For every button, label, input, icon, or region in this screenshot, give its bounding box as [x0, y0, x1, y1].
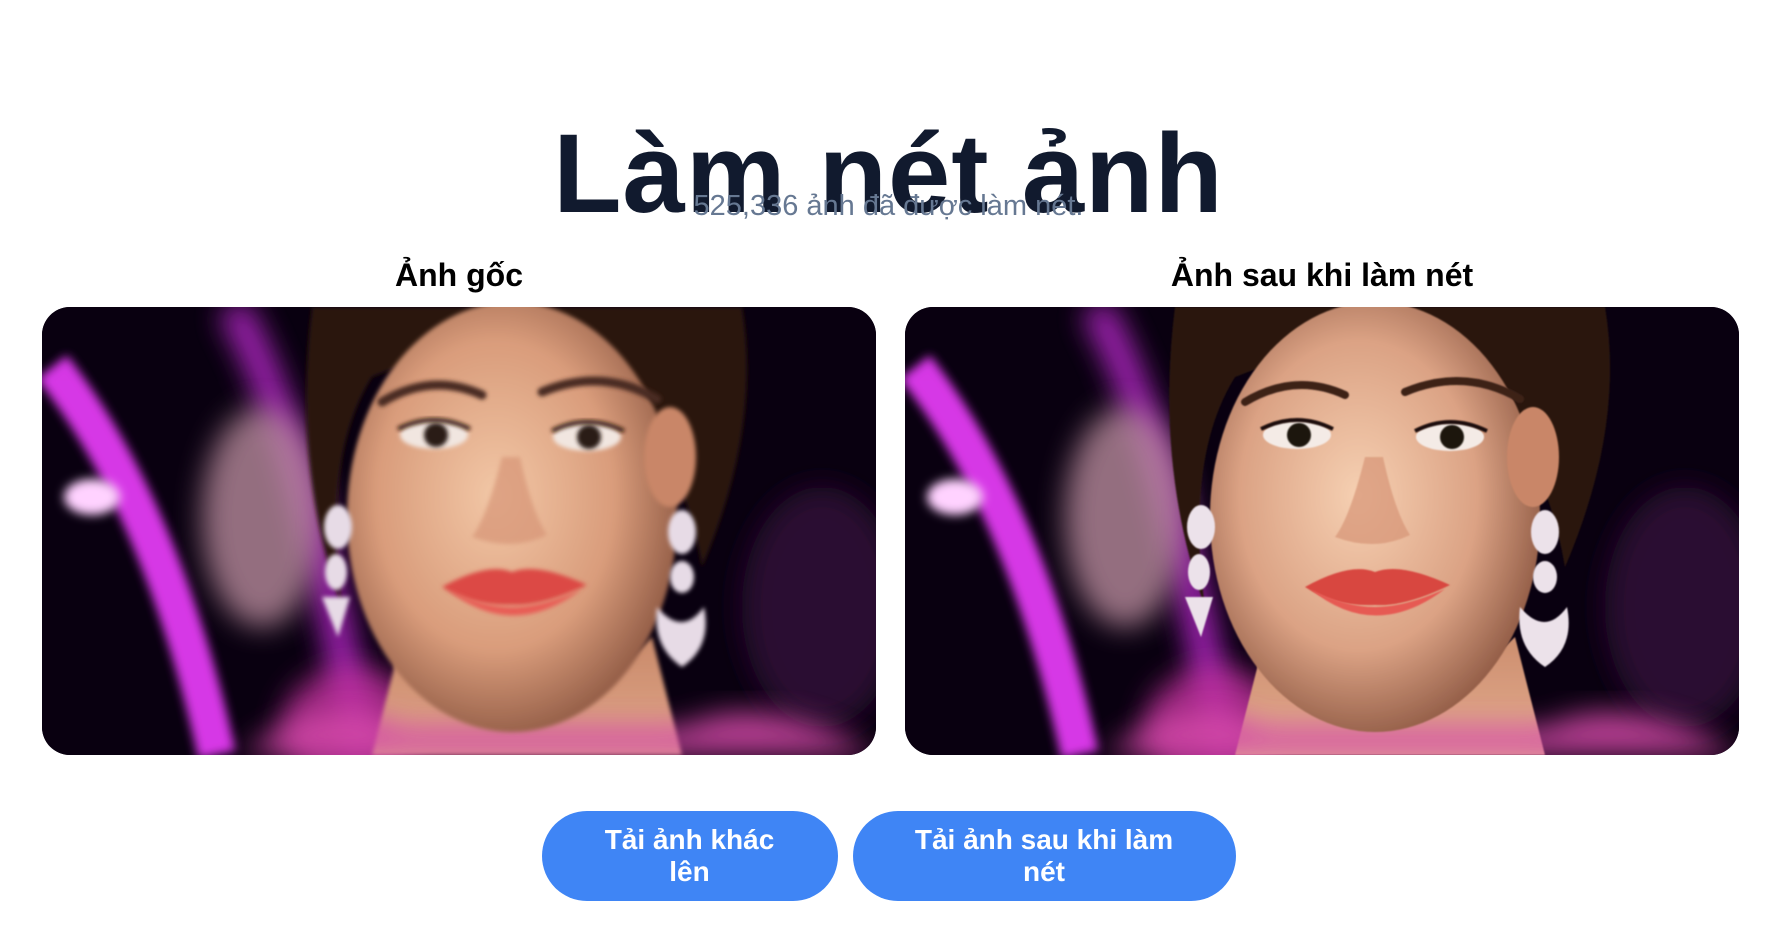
upload-another-button[interactable]: Tải ảnh khác lên [541, 811, 838, 901]
original-panel: Ảnh gốc [42, 255, 876, 755]
original-image [42, 307, 876, 755]
enhanced-label: Ảnh sau khi làm nét [1170, 257, 1474, 293]
download-enhanced-button[interactable]: Tải ảnh sau khi làm nét [852, 811, 1236, 901]
action-bar: Tải ảnh khác lên Tải ảnh sau khi làm nét [0, 811, 1777, 901]
page: Làm nét ảnh 525,336 ảnh đã được làm nét.… [0, 0, 1777, 937]
enhanced-image [905, 307, 1739, 755]
original-label: Ảnh gốc [395, 257, 523, 293]
enhanced-panel: Ảnh sau khi làm nét [905, 255, 1739, 755]
enhanced-count: 525,336 ảnh đã được làm nét. [693, 190, 1084, 222]
